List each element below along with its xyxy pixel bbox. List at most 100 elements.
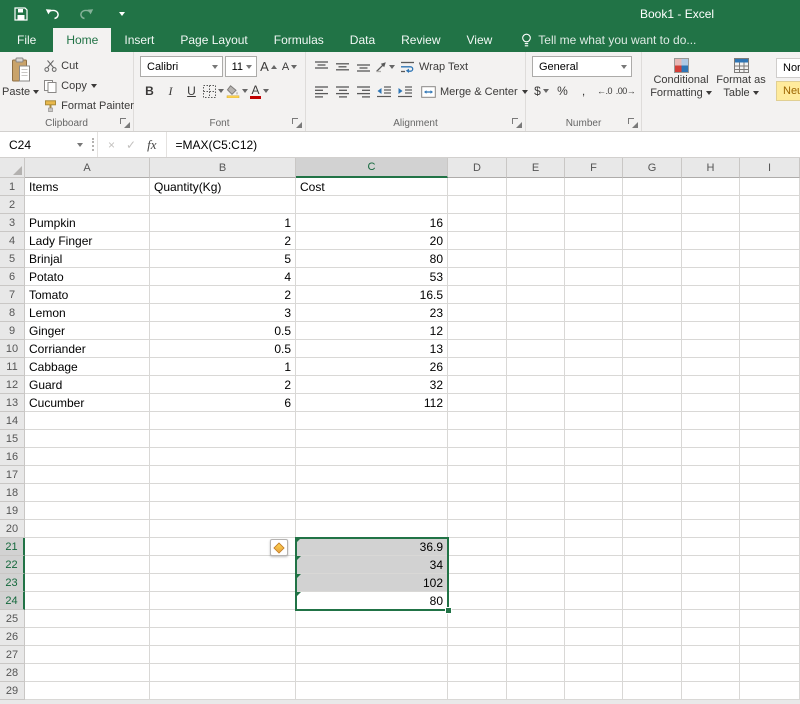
cell-C1[interactable]: Cost xyxy=(296,178,448,196)
cell-I18[interactable] xyxy=(740,484,800,502)
cell-I16[interactable] xyxy=(740,448,800,466)
cell-B12[interactable]: 2 xyxy=(150,376,296,394)
cell-E22[interactable] xyxy=(507,556,565,574)
cell-G20[interactable] xyxy=(623,520,682,538)
cell-I26[interactable] xyxy=(740,628,800,646)
cell-I6[interactable] xyxy=(740,268,800,286)
row-header-17[interactable]: 17 xyxy=(0,466,25,484)
row-header-24[interactable]: 24 xyxy=(0,592,25,610)
cell-F8[interactable] xyxy=(565,304,623,322)
cell-D5[interactable] xyxy=(448,250,507,268)
cell-D16[interactable] xyxy=(448,448,507,466)
cell-H6[interactable] xyxy=(682,268,740,286)
row-header-27[interactable]: 27 xyxy=(0,646,25,664)
error-options-button[interactable] xyxy=(270,539,288,556)
cell-A22[interactable] xyxy=(25,556,150,574)
cell-G10[interactable] xyxy=(623,340,682,358)
cell-E9[interactable] xyxy=(507,322,565,340)
select-all-button[interactable] xyxy=(0,158,25,178)
cell-H21[interactable] xyxy=(682,538,740,556)
cell-H16[interactable] xyxy=(682,448,740,466)
cell-A11[interactable]: Cabbage xyxy=(25,358,150,376)
cell-G14[interactable] xyxy=(623,412,682,430)
cell-G22[interactable] xyxy=(623,556,682,574)
row-header-10[interactable]: 10 xyxy=(0,340,25,358)
cell-H13[interactable] xyxy=(682,394,740,412)
cell-G12[interactable] xyxy=(623,376,682,394)
cell-A10[interactable]: Corriander xyxy=(25,340,150,358)
column-header-I[interactable]: I xyxy=(740,158,800,178)
cell-G28[interactable] xyxy=(623,664,682,682)
cell-A6[interactable]: Potato xyxy=(25,268,150,286)
row-header-3[interactable]: 3 xyxy=(0,214,25,232)
italic-button[interactable]: I xyxy=(161,81,180,101)
cell-G4[interactable] xyxy=(623,232,682,250)
cell-H27[interactable] xyxy=(682,646,740,664)
cell-G23[interactable] xyxy=(623,574,682,592)
cell-B29[interactable] xyxy=(150,682,296,700)
cell-H5[interactable] xyxy=(682,250,740,268)
cell-I27[interactable] xyxy=(740,646,800,664)
cell-F28[interactable] xyxy=(565,664,623,682)
column-header-H[interactable]: H xyxy=(682,158,740,178)
cell-A17[interactable] xyxy=(25,466,150,484)
cell-B15[interactable] xyxy=(150,430,296,448)
cell-A27[interactable] xyxy=(25,646,150,664)
clipboard-dialog-launcher[interactable] xyxy=(120,118,130,128)
cell-A24[interactable] xyxy=(25,592,150,610)
cell-A15[interactable] xyxy=(25,430,150,448)
cell-G5[interactable] xyxy=(623,250,682,268)
cell-F21[interactable] xyxy=(565,538,623,556)
cell-A19[interactable] xyxy=(25,502,150,520)
cell-C14[interactable] xyxy=(296,412,448,430)
cell-H9[interactable] xyxy=(682,322,740,340)
cell-F13[interactable] xyxy=(565,394,623,412)
font-dialog-launcher[interactable] xyxy=(292,118,302,128)
cell-B10[interactable]: 0.5 xyxy=(150,340,296,358)
cell-E13[interactable] xyxy=(507,394,565,412)
cell-G17[interactable] xyxy=(623,466,682,484)
row-header-15[interactable]: 15 xyxy=(0,430,25,448)
cell-I2[interactable] xyxy=(740,196,800,214)
cell-I19[interactable] xyxy=(740,502,800,520)
cell-F22[interactable] xyxy=(565,556,623,574)
font-color-button[interactable]: A xyxy=(250,81,269,101)
cell-C5[interactable]: 80 xyxy=(296,250,448,268)
column-header-F[interactable]: F xyxy=(565,158,623,178)
row-header-22[interactable]: 22 xyxy=(0,556,25,574)
name-box-splitter[interactable] xyxy=(88,132,97,157)
align-bottom-button[interactable] xyxy=(354,57,373,77)
cell-D13[interactable] xyxy=(448,394,507,412)
cell-B7[interactable]: 2 xyxy=(150,286,296,304)
cell-D22[interactable] xyxy=(448,556,507,574)
row-header-19[interactable]: 19 xyxy=(0,502,25,520)
cell-F2[interactable] xyxy=(565,196,623,214)
cell-E3[interactable] xyxy=(507,214,565,232)
cell-B9[interactable]: 0.5 xyxy=(150,322,296,340)
row-header-20[interactable]: 20 xyxy=(0,520,25,538)
cell-A12[interactable]: Guard xyxy=(25,376,150,394)
cell-A20[interactable] xyxy=(25,520,150,538)
tab-insert[interactable]: Insert xyxy=(111,28,167,52)
cell-C4[interactable]: 20 xyxy=(296,232,448,250)
row-header-21[interactable]: 21 xyxy=(0,538,25,556)
cell-G3[interactable] xyxy=(623,214,682,232)
number-dialog-launcher[interactable] xyxy=(628,118,638,128)
cell-C20[interactable] xyxy=(296,520,448,538)
cell-F18[interactable] xyxy=(565,484,623,502)
cell-D19[interactable] xyxy=(448,502,507,520)
comma-style-button[interactable]: , xyxy=(574,81,593,101)
cell-C9[interactable]: 12 xyxy=(296,322,448,340)
cell-I12[interactable] xyxy=(740,376,800,394)
column-header-G[interactable]: G xyxy=(623,158,682,178)
fill-handle[interactable] xyxy=(445,607,452,614)
cell-E17[interactable] xyxy=(507,466,565,484)
cell-B13[interactable]: 6 xyxy=(150,394,296,412)
cell-F25[interactable] xyxy=(565,610,623,628)
cell-E19[interactable] xyxy=(507,502,565,520)
row-header-29[interactable]: 29 xyxy=(0,682,25,700)
cell-D7[interactable] xyxy=(448,286,507,304)
cell-A16[interactable] xyxy=(25,448,150,466)
cell-D23[interactable] xyxy=(448,574,507,592)
cell-F5[interactable] xyxy=(565,250,623,268)
